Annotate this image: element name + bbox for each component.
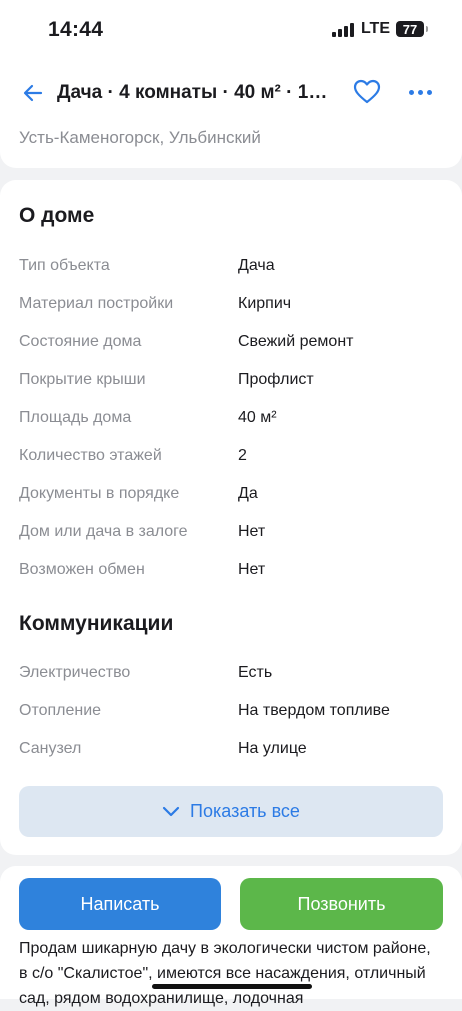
battery-icon: 77: [396, 21, 424, 37]
detail-value: Нет: [238, 561, 266, 578]
detail-label: Состояние дома: [19, 333, 142, 350]
detail-label: Дом или дача в залоге: [19, 523, 188, 540]
detail-label: Площадь дома: [19, 409, 132, 426]
battery-tip: [426, 26, 428, 32]
status-indicators: LTE 77: [331, 20, 428, 38]
address-card: Усть-Каменогорск, Ульбинский: [0, 122, 462, 168]
detail-label: Отопление: [19, 702, 102, 719]
detail-label: Возможен обмен: [19, 561, 145, 578]
detail-value: На улице: [238, 740, 307, 757]
network-type: LTE: [360, 20, 390, 37]
page-title: Дача · 4 комнаты · 40 м² · 17...: [57, 82, 332, 103]
chevron-down-icon: [162, 806, 180, 816]
detail-label: Электричество: [19, 664, 131, 681]
detail-value: 40 м²: [238, 409, 277, 426]
status-bar: 14:44 LTE 77: [0, 0, 462, 62]
detail-value: Кирпич: [238, 295, 292, 312]
detail-row: Документы в порядке Да: [0, 485, 462, 509]
detail-value: Есть: [238, 664, 273, 681]
detail-label: Материал постройки: [19, 295, 174, 312]
write-button[interactable]: Написать: [19, 878, 221, 930]
detail-value: Профлист: [238, 371, 314, 388]
detail-row: Санузел На улице: [0, 740, 462, 764]
battery-level: 77: [402, 21, 418, 37]
section-title-about: О доме: [19, 204, 95, 227]
detail-label: Документы в порядке: [19, 485, 180, 502]
address-text: Усть-Каменогорск, Ульбинский: [19, 128, 261, 147]
detail-label: Санузел: [19, 740, 82, 757]
detail-row: Электричество Есть: [0, 664, 462, 688]
detail-row: Дом или дача в залоге Нет: [0, 523, 462, 547]
back-arrow-icon[interactable]: [22, 82, 44, 104]
section-title-communications: Коммуникации: [19, 612, 174, 635]
call-button-label: Позвонить: [297, 893, 386, 914]
home-indicator[interactable]: [152, 984, 312, 989]
write-button-label: Написать: [80, 893, 160, 914]
show-all-label: Показать все: [190, 801, 300, 821]
detail-value: Свежий ремонт: [238, 333, 354, 350]
status-time: 14:44: [48, 18, 104, 41]
signal-icon: [331, 22, 354, 37]
heart-icon[interactable]: [353, 78, 381, 106]
nav-bar: Дача · 4 комнаты · 40 м² · 17...: [0, 62, 462, 123]
detail-row: Возможен обмен Нет: [0, 561, 462, 585]
detail-row: Площадь дома 40 м²: [0, 409, 462, 433]
detail-label: Количество этажей: [19, 447, 162, 464]
details-card: О доме Тип объекта Дача Материал построй…: [0, 180, 462, 855]
detail-value: Да: [238, 485, 258, 502]
call-button[interactable]: Позвонить: [240, 878, 443, 930]
description-text: Продам шикарную дачу в экологически чист…: [19, 940, 431, 1007]
actions-card: Написать Позвонить Продам шикарную дачу …: [0, 866, 462, 1007]
show-all-button[interactable]: Показать все: [19, 786, 443, 837]
detail-row: Количество этажей 2: [0, 447, 462, 471]
detail-value: Нет: [238, 523, 266, 540]
detail-value: На твердом топливе: [238, 702, 390, 719]
more-options-icon[interactable]: [409, 90, 432, 95]
detail-row: Материал постройки Кирпич: [0, 295, 462, 319]
detail-row: Покрытие крыши Профлист: [0, 371, 462, 395]
detail-label: Тип объекта: [19, 257, 110, 274]
detail-label: Покрытие крыши: [19, 371, 146, 388]
detail-row: Состояние дома Свежий ремонт: [0, 333, 462, 357]
detail-value: Дача: [238, 257, 275, 274]
detail-row: Тип объекта Дача: [0, 257, 462, 281]
detail-value: 2: [238, 447, 247, 464]
detail-row: Отопление На твердом топливе: [0, 702, 462, 726]
